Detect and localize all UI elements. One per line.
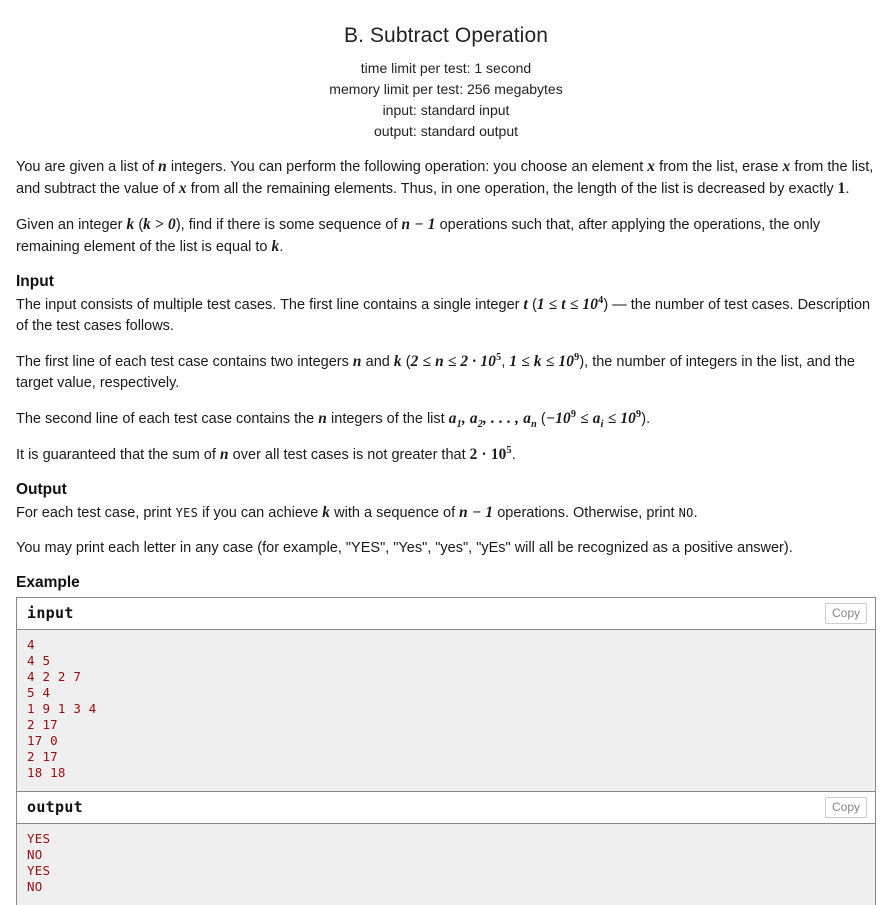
text-fragment: . <box>279 239 284 255</box>
math-x: x <box>178 180 187 197</box>
copy-input-button[interactable]: Copy <box>824 603 867 624</box>
text-fragment: operations. Otherwise, print <box>493 505 679 521</box>
output-section-heading: Output <box>16 481 67 498</box>
statement-paragraph-2: Given an integer k (k > 0), find if ther… <box>16 214 876 258</box>
sample-output-text: YES NO YES NO <box>17 824 875 905</box>
text-fragment: ( <box>527 297 537 313</box>
text-fragment: ( <box>536 411 546 427</box>
text-fragment: The input consists of multiple test case… <box>16 297 524 313</box>
sample-input-label: input <box>27 604 74 622</box>
text-fragment: ). <box>641 411 651 427</box>
output-paragraph-1: For each test case, print YES if you can… <box>16 502 876 524</box>
copy-output-button[interactable]: Copy <box>824 797 867 818</box>
math-n: n <box>352 353 362 370</box>
text-fragment: integers. You can perform the following … <box>166 159 648 175</box>
math-t-range: 1 ≤ t ≤ 10 <box>536 296 599 313</box>
input-paragraph-4: It is guaranteed that the sum of n over … <box>16 444 876 466</box>
example-block: input Copy 4 4 5 4 2 2 7 5 4 1 9 1 3 4 2… <box>16 597 876 905</box>
input-paragraph-2: The first line of each test case contain… <box>16 351 876 394</box>
problem-page: B. Subtract Operation time limit per tes… <box>0 0 892 905</box>
math-n: n <box>158 158 167 175</box>
math-list-terms: a1, a2, . . . , an <box>448 410 537 431</box>
math-k: k <box>393 353 402 370</box>
input-section-heading: Input <box>16 273 54 290</box>
text-fragment: ( <box>401 354 411 370</box>
math-sum-bound: 2 · 10 <box>469 446 507 463</box>
math-k: k <box>322 504 331 521</box>
text-fragment: from the list, erase <box>655 159 783 175</box>
text-fragment: . <box>693 505 698 521</box>
text-fragment: Given an integer <box>16 217 127 233</box>
text-fragment: You are given a list of <box>16 159 159 175</box>
text-fragment: For each test case, print <box>16 505 176 521</box>
math-k-range: 1 ≤ k ≤ 10 <box>509 353 575 370</box>
math-n: n <box>318 410 327 427</box>
text-fragment: The second line of each test case contai… <box>16 411 319 427</box>
output-paragraph-2: You may print each letter in any case (f… <box>16 540 793 556</box>
text-fragment: over all test cases is not greater that <box>228 447 470 463</box>
text-fragment: from all the remaining elements. Thus, i… <box>186 181 838 197</box>
math-n: n <box>219 446 229 463</box>
memory-limit: memory limit per test: 256 megabytes <box>329 81 563 97</box>
sample-input-header: input Copy <box>17 598 875 630</box>
text-fragment: integers of the list <box>327 411 449 427</box>
text-fragment: . <box>511 447 516 463</box>
statement-paragraph-1: You are given a list of n integers. You … <box>16 156 876 200</box>
text-fragment: if you can achieve <box>198 505 323 521</box>
time-limit: time limit per test: 1 second <box>360 60 532 76</box>
text-fragment: It is guaranteed that the sum of <box>16 447 220 463</box>
math-n-minus-1: n − 1 <box>401 216 436 233</box>
sample-input-text: 4 4 5 4 2 2 7 5 4 1 9 1 3 4 2 17 17 0 2 … <box>17 630 875 792</box>
math-one: 1 <box>837 180 846 197</box>
math-x: x <box>647 158 656 175</box>
problem-limits: time limit per test: 1 second memory lim… <box>16 58 876 142</box>
text-fragment: ), find if there is some sequence of <box>175 217 402 233</box>
sample-output-header: output Copy <box>17 792 875 824</box>
input-mode: input: standard input <box>382 102 510 118</box>
problem-statement: You are given a list of n integers. You … <box>16 142 876 905</box>
output-mode: output: standard output <box>374 123 518 139</box>
math-ai-range: −109 ≤ ai ≤ 109 <box>545 408 642 431</box>
literal-no: NO <box>678 506 694 520</box>
input-paragraph-3: The second line of each test case contai… <box>16 408 876 430</box>
text-fragment: The first line of each test case contain… <box>16 354 353 370</box>
math-k-gt-zero: k > 0 <box>143 216 176 233</box>
input-paragraph-1: The input consists of multiple test case… <box>16 294 876 337</box>
math-n-range: 2 ≤ n ≤ 2 · 10 <box>410 353 497 370</box>
text-fragment: ( <box>134 217 144 233</box>
sample-output-label: output <box>27 798 83 816</box>
example-section-heading: Example <box>16 574 80 591</box>
page-title: B. Subtract Operation <box>343 24 549 47</box>
text-fragment: with a sequence of <box>330 505 460 521</box>
text-fragment: and <box>361 354 394 370</box>
literal-yes: YES <box>175 506 199 520</box>
text-fragment: . <box>845 181 850 197</box>
math-n-minus-1: n − 1 <box>459 504 494 521</box>
